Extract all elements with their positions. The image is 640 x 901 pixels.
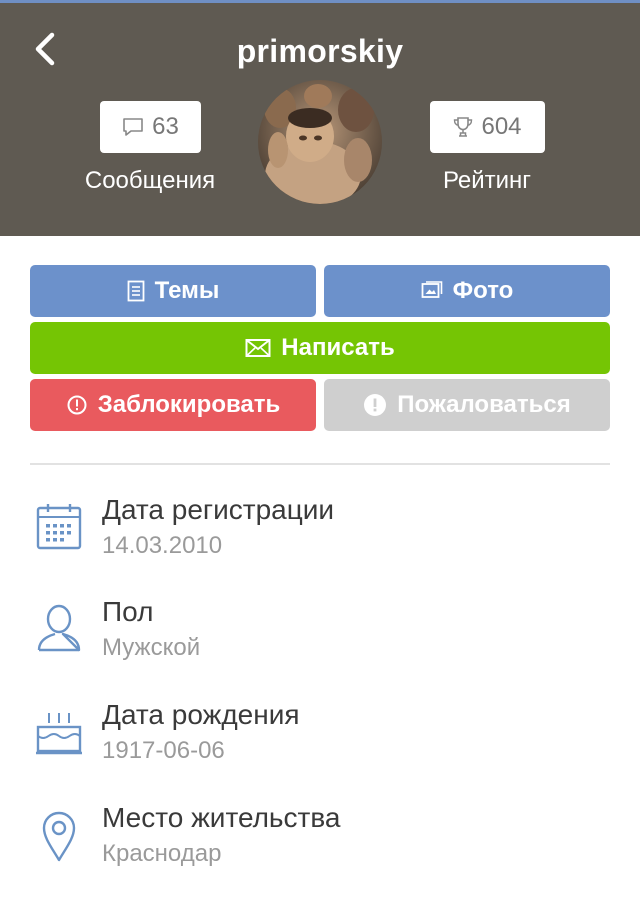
info-row-birth-date: Дата рождения 1917-06-06 [30, 699, 610, 785]
info-row-registration-date: Дата регистрации 14.03.2010 [30, 494, 610, 580]
block-label: Заблокировать [97, 391, 281, 418]
info-row-location: Место жительства Краснодар [30, 802, 610, 888]
topics-label: Темы [154, 277, 220, 304]
topics-button[interactable]: Темы [30, 265, 316, 317]
rating-counter[interactable]: 604 [430, 101, 545, 153]
info-value: Краснодар [102, 840, 222, 867]
photo-button[interactable]: Фото [324, 265, 610, 317]
write-label: Написать [281, 334, 395, 361]
document-icon [127, 280, 145, 302]
rating-count: 604 [481, 113, 522, 140]
avatar[interactable] [258, 80, 382, 204]
alert-octagon-icon [67, 395, 87, 415]
envelope-icon [245, 339, 271, 357]
info-row-sex: Пол Мужской [30, 596, 610, 682]
page-title: primorskiy [236, 33, 404, 69]
info-label: Место жительства [102, 802, 341, 833]
write-message-button[interactable]: Написать [30, 322, 610, 374]
trophy-icon [454, 117, 473, 137]
info-label: Дата регистрации [102, 494, 335, 525]
block-user-button[interactable]: Заблокировать [30, 379, 316, 431]
rating-label: Рейтинг [442, 167, 532, 194]
info-value: 1917-06-06 [102, 737, 225, 764]
info-label: Дата рождения [102, 699, 300, 730]
info-value: 14.03.2010 [102, 532, 223, 559]
divider [30, 463, 610, 465]
avatar-photo [258, 80, 382, 204]
calendar-icon [36, 504, 82, 550]
speech-bubble-icon [123, 118, 143, 136]
info-label: Пол [102, 596, 154, 627]
location-pin-icon [42, 811, 76, 862]
messages-label: Сообщения [84, 167, 216, 194]
user-icon [37, 604, 81, 652]
report-button[interactable]: Пожаловаться [324, 379, 610, 431]
messages-count: 63 [152, 113, 179, 140]
info-value: Мужской [102, 634, 201, 661]
report-label: Пожаловаться [397, 391, 571, 418]
exclamation-circle-icon [364, 394, 387, 416]
picture-icon [421, 281, 442, 298]
messages-counter[interactable]: 63 [100, 101, 201, 153]
cake-icon [36, 713, 82, 755]
photo-label: Фото [452, 277, 514, 304]
